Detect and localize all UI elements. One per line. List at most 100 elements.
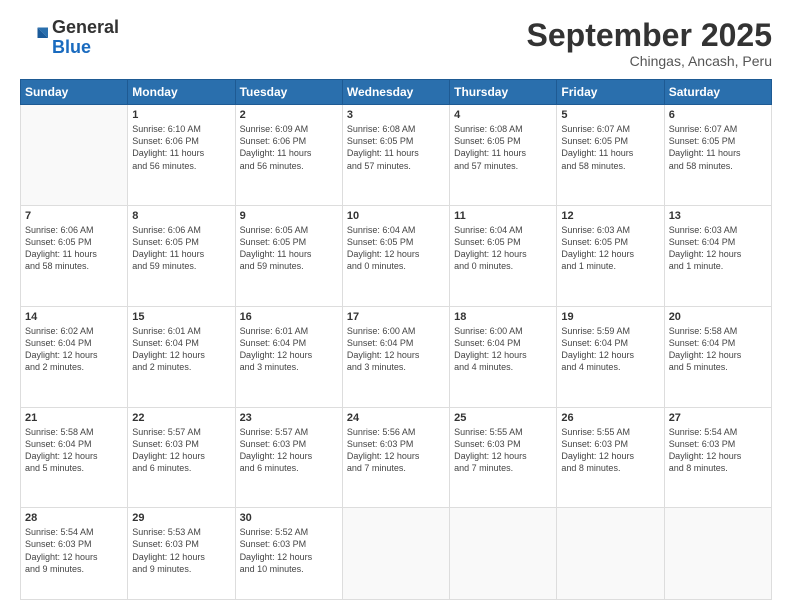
table-row: 24 Sunrise: 5:56 AM Sunset: 6:03 PM Dayli… [342,407,449,508]
day-info: Sunrise: 6:06 AM Sunset: 6:05 PM Dayligh… [132,224,230,273]
day-number: 21 [25,412,123,424]
logo: General Blue [20,18,119,58]
table-row: 25 Sunrise: 5:55 AM Sunset: 6:03 PM Dayli… [450,407,557,508]
table-row: 13Sunrise: 6:03 AM Sunset: 6:04 PM Dayli… [664,205,771,306]
month-title: September 2025 [527,18,772,53]
day-info: Sunrise: 6:03 AM Sunset: 6:04 PM Dayligh… [669,224,767,273]
day-info: Sunrise: 5:56 AM Sunset: 6:03 PM Dayligh… [347,426,445,475]
day-info: Sunrise: 5:58 AM Sunset: 6:04 PM Dayligh… [25,426,123,475]
day-info: Sunrise: 6:05 AM Sunset: 6:05 PM Dayligh… [240,224,338,273]
day-number: 10 [347,210,445,222]
day-info: Sunrise: 6:08 AM Sunset: 6:05 PM Dayligh… [347,123,445,172]
day-number: 20 [669,311,767,323]
col-thursday: Thursday [450,80,557,105]
day-info: Sunrise: 6:09 AM Sunset: 6:06 PM Dayligh… [240,123,338,172]
day-number: 27 [669,412,767,424]
day-info: Sunrise: 6:04 AM Sunset: 6:05 PM Dayligh… [347,224,445,273]
day-info: Sunrise: 6:10 AM Sunset: 6:06 PM Dayligh… [132,123,230,172]
day-info: Sunrise: 6:06 AM Sunset: 6:05 PM Dayligh… [25,224,123,273]
table-row: 28 Sunrise: 5:54 AM Sunset: 6:03 PM Dayli… [21,508,128,600]
day-info: Sunrise: 6:03 AM Sunset: 6:05 PM Dayligh… [561,224,659,273]
table-row: 18 Sunrise: 6:00 AM Sunset: 6:04 PM Dayli… [450,306,557,407]
title-area: September 2025 Chingas, Ancash, Peru [527,18,772,69]
col-wednesday: Wednesday [342,80,449,105]
day-number: 22 [132,412,230,424]
day-number: 1 [132,109,230,121]
day-number: 4 [454,109,552,121]
day-info: Sunrise: 5:55 AM Sunset: 6:03 PM Dayligh… [561,426,659,475]
day-info: Sunrise: 5:54 AM Sunset: 6:03 PM Dayligh… [669,426,767,475]
logo-blue: Blue [52,37,91,57]
logo-text: General Blue [52,18,119,58]
day-number: 7 [25,210,123,222]
location-subtitle: Chingas, Ancash, Peru [527,53,772,69]
table-row: 7 Sunrise: 6:06 AM Sunset: 6:05 PM Daylig… [21,205,128,306]
table-row [450,508,557,600]
table-row: 22 Sunrise: 5:57 AM Sunset: 6:03 PM Dayli… [128,407,235,508]
day-number: 24 [347,412,445,424]
table-row: 12Sunrise: 6:03 AM Sunset: 6:05 PM Dayli… [557,205,664,306]
day-info: Sunrise: 6:00 AM Sunset: 6:04 PM Dayligh… [454,325,552,374]
day-number: 23 [240,412,338,424]
table-row [342,508,449,600]
day-info: Sunrise: 6:00 AM Sunset: 6:04 PM Dayligh… [347,325,445,374]
day-number: 11 [454,210,552,222]
logo-icon [20,24,48,52]
col-saturday: Saturday [664,80,771,105]
table-row: 5 Sunrise: 6:07 AM Sunset: 6:05 PM Daylig… [557,105,664,206]
table-row: 27 Sunrise: 5:54 AM Sunset: 6:03 PM Dayli… [664,407,771,508]
table-row: 17 Sunrise: 6:00 AM Sunset: 6:04 PM Dayli… [342,306,449,407]
day-info: Sunrise: 5:57 AM Sunset: 6:03 PM Dayligh… [132,426,230,475]
table-row: 11 Sunrise: 6:04 AM Sunset: 6:05 PM Dayli… [450,205,557,306]
day-number: 26 [561,412,659,424]
table-row: 19 Sunrise: 5:59 AM Sunset: 6:04 PM Dayli… [557,306,664,407]
day-number: 28 [25,512,123,524]
table-row: 21 Sunrise: 5:58 AM Sunset: 6:04 PM Dayli… [21,407,128,508]
calendar-header-row: Sunday Monday Tuesday Wednesday Thursday… [21,80,772,105]
table-row: 15 Sunrise: 6:01 AM Sunset: 6:04 PM Dayli… [128,306,235,407]
day-info: Sunrise: 5:59 AM Sunset: 6:04 PM Dayligh… [561,325,659,374]
day-info: Sunrise: 6:01 AM Sunset: 6:04 PM Dayligh… [132,325,230,374]
table-row [21,105,128,206]
day-number: 5 [561,109,659,121]
table-row [664,508,771,600]
day-number: 19 [561,311,659,323]
day-info: Sunrise: 5:54 AM Sunset: 6:03 PM Dayligh… [25,526,123,575]
day-info: Sunrise: 6:07 AM Sunset: 6:05 PM Dayligh… [561,123,659,172]
day-number: 8 [132,210,230,222]
table-row: 10 Sunrise: 6:04 AM Sunset: 6:05 PM Dayli… [342,205,449,306]
table-row: 30Sunrise: 5:52 AM Sunset: 6:03 PM Dayli… [235,508,342,600]
day-info: Sunrise: 6:01 AM Sunset: 6:04 PM Dayligh… [240,325,338,374]
table-row: 26 Sunrise: 5:55 AM Sunset: 6:03 PM Dayli… [557,407,664,508]
day-info: Sunrise: 5:57 AM Sunset: 6:03 PM Dayligh… [240,426,338,475]
table-row: 23 Sunrise: 5:57 AM Sunset: 6:03 PM Dayli… [235,407,342,508]
table-row: 2 Sunrise: 6:09 AM Sunset: 6:06 PM Daylig… [235,105,342,206]
day-info: Sunrise: 6:04 AM Sunset: 6:05 PM Dayligh… [454,224,552,273]
calendar-table: Sunday Monday Tuesday Wednesday Thursday… [20,79,772,600]
day-number: 29 [132,512,230,524]
day-number: 18 [454,311,552,323]
day-info: Sunrise: 5:58 AM Sunset: 6:04 PM Dayligh… [669,325,767,374]
day-info: Sunrise: 5:55 AM Sunset: 6:03 PM Dayligh… [454,426,552,475]
col-friday: Friday [557,80,664,105]
day-info: Sunrise: 6:02 AM Sunset: 6:04 PM Dayligh… [25,325,123,374]
table-row: 29 Sunrise: 5:53 AM Sunset: 6:03 PM Dayli… [128,508,235,600]
col-monday: Monday [128,80,235,105]
day-info: Sunrise: 5:52 AM Sunset: 6:03 PM Dayligh… [240,526,338,575]
day-number: 25 [454,412,552,424]
table-row: 8 Sunrise: 6:06 AM Sunset: 6:05 PM Daylig… [128,205,235,306]
page: General Blue September 2025 Chingas, Anc… [0,0,792,612]
table-row: 16Sunrise: 6:01 AM Sunset: 6:04 PM Dayli… [235,306,342,407]
day-info: Sunrise: 6:08 AM Sunset: 6:05 PM Dayligh… [454,123,552,172]
day-info: Sunrise: 5:53 AM Sunset: 6:03 PM Dayligh… [132,526,230,575]
table-row: 6Sunrise: 6:07 AM Sunset: 6:05 PM Daylig… [664,105,771,206]
table-row: 1 Sunrise: 6:10 AM Sunset: 6:06 PM Daylig… [128,105,235,206]
day-number: 9 [240,210,338,222]
col-sunday: Sunday [21,80,128,105]
day-number: 15 [132,311,230,323]
day-number: 2 [240,109,338,121]
col-tuesday: Tuesday [235,80,342,105]
day-number: 17 [347,311,445,323]
table-row: 4 Sunrise: 6:08 AM Sunset: 6:05 PM Daylig… [450,105,557,206]
day-number: 14 [25,311,123,323]
